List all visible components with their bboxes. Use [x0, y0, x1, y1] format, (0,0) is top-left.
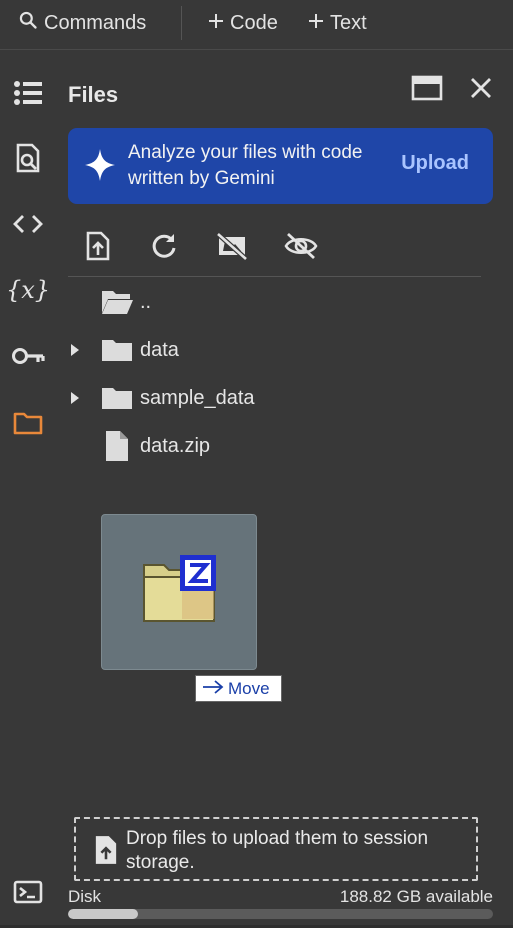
drag-ghost	[101, 514, 257, 670]
upload-file-icon	[94, 835, 118, 870]
plus-icon	[208, 12, 224, 35]
add-code-button[interactable]: Code	[208, 8, 278, 38]
variables-icon[interactable]: {𝑥}	[6, 272, 50, 308]
folder-icon	[100, 335, 134, 365]
commands-button[interactable]: Commands	[18, 8, 146, 38]
panel-title: Files	[68, 82, 119, 107]
add-text-label: Text	[330, 11, 367, 34]
banner-text: Analyze your files with code written by …	[128, 142, 363, 189]
file-icon	[100, 431, 134, 461]
toolbar-separator	[181, 6, 182, 40]
upload-file-icon[interactable]	[80, 228, 116, 264]
secrets-key-icon[interactable]	[10, 338, 46, 374]
open-in-tab-icon[interactable]	[410, 72, 444, 104]
refresh-icon[interactable]	[146, 228, 182, 264]
upload-link[interactable]: Upload	[401, 152, 469, 175]
disk-usage-bar	[68, 909, 493, 919]
file-row-parent[interactable]: ..	[68, 282, 488, 322]
zip-folder-icon	[143, 555, 216, 622]
file-name: sample_data	[140, 386, 255, 409]
file-row-data-zip[interactable]: data.zip	[68, 426, 488, 466]
top-toolbar: Commands Code Text	[0, 0, 513, 50]
search-icon	[18, 10, 38, 36]
expand-caret-icon[interactable]	[68, 343, 82, 357]
disk-usage-fill	[68, 909, 139, 919]
sparkle-icon	[84, 148, 116, 187]
plus-icon	[308, 12, 324, 35]
expand-caret-icon[interactable]	[68, 391, 82, 405]
code-snippets-icon[interactable]	[10, 206, 46, 242]
disk-available: 188.82 GB available	[339, 887, 493, 906]
hide-hidden-files-icon[interactable]	[283, 228, 319, 264]
file-name: data	[140, 338, 179, 361]
arrow-right-icon	[202, 679, 224, 699]
add-text-button[interactable]: Text	[308, 8, 367, 38]
close-icon[interactable]	[464, 72, 498, 104]
toc-icon[interactable]	[10, 75, 46, 111]
file-name: data.zip	[140, 434, 211, 457]
move-label: Move	[228, 678, 270, 698]
upload-dropzone[interactable]: Drop files to upload them to session sto…	[74, 817, 478, 881]
find-icon[interactable]	[10, 140, 46, 176]
terminal-icon[interactable]	[10, 874, 46, 910]
folder-open-icon	[100, 287, 134, 317]
commands-label: Commands	[44, 11, 147, 34]
files-folder-icon[interactable]	[10, 405, 46, 441]
divider	[68, 276, 481, 277]
file-row-sample-data[interactable]: sample_data	[68, 378, 488, 418]
disk-label: Disk	[68, 887, 102, 906]
unmount-drive-icon[interactable]	[214, 228, 250, 264]
gemini-banner: Analyze your files with code written by …	[68, 128, 493, 204]
dropzone-text: Drop files to upload them to session sto…	[126, 828, 429, 873]
folder-icon	[100, 383, 134, 413]
file-name: ..	[140, 290, 152, 313]
move-tooltip: Move	[195, 675, 282, 702]
add-code-label: Code	[230, 11, 278, 34]
file-row-data[interactable]: data	[68, 330, 488, 370]
